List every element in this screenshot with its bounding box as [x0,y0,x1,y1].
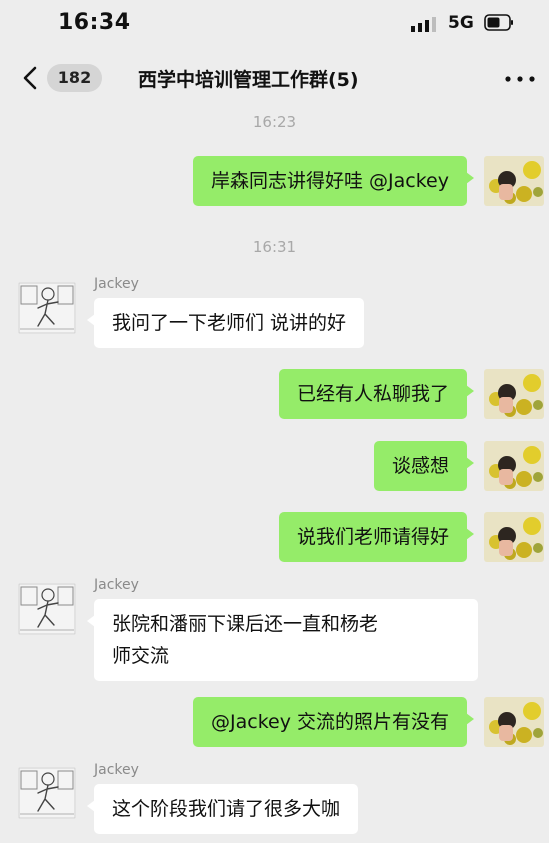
network-type: 5G [448,13,474,33]
my-avatar[interactable] [484,441,544,491]
jackey-avatar[interactable] [18,583,76,635]
unread-count-badge[interactable]: 182 [47,64,102,92]
my-avatar[interactable] [484,369,544,419]
other-message-bubble[interactable]: 我问了一下老师们 说讲的好 [86,298,365,348]
my-message-bubble[interactable]: 说我们老师请得好 [278,512,475,562]
timestamp: 16:23 [252,113,297,131]
sender-name: Jackey [94,762,139,778]
chat-header: 182 西学中培训管理工作群(5) [0,52,549,104]
jackey-avatar[interactable] [18,767,76,819]
sender-name: Jackey [94,276,139,292]
other-message-bubble[interactable]: 张院和潘丽下课后还一直和杨老 师交流 [87,599,478,681]
battery-icon [484,14,513,31]
signal-icon [411,17,436,32]
more-dots-icon[interactable] [505,76,535,82]
chevron-left-icon[interactable] [18,64,42,92]
my-message-bubble[interactable]: 岸森同志讲得好哇 @Jackey [193,156,474,206]
status-time: 16:34 [58,10,131,35]
my-avatar[interactable] [484,512,544,562]
my-avatar[interactable] [484,156,544,206]
my-message-bubble[interactable]: 已经有人私聊我了 [278,369,475,419]
sender-name: Jackey [94,577,139,593]
my-avatar[interactable] [484,697,544,747]
timestamp: 16:31 [252,238,297,256]
my-message-bubble[interactable]: @Jackey 交流的照片有没有 [193,697,474,747]
jackey-avatar[interactable] [18,282,76,334]
other-message-bubble[interactable]: 这个阶段我们请了很多大咖 [86,784,359,834]
my-message-bubble[interactable]: 谈感想 [373,441,475,491]
status-bar: 16:34 5G [0,0,549,50]
chat-title: 西学中培训管理工作群(5) [138,69,359,91]
